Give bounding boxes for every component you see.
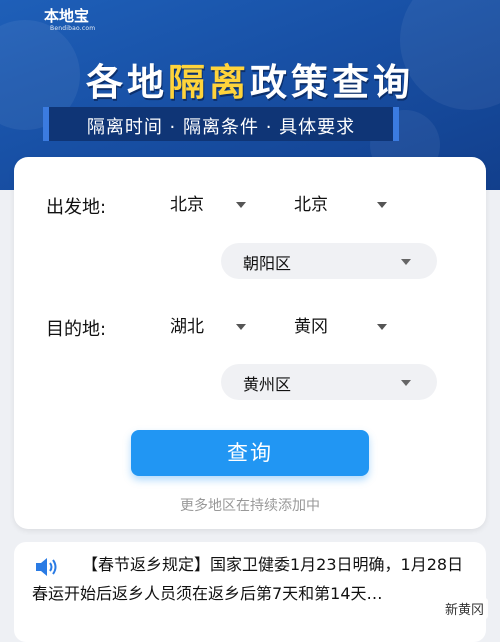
origin-province-value: 北京 xyxy=(170,195,204,215)
title-highlight: 隔离 xyxy=(168,61,250,104)
logo-subtext: Bendibao.com xyxy=(50,25,96,32)
origin-district-select[interactable]: 朝阳区 xyxy=(221,243,437,279)
dest-district-select[interactable]: 黄州区 xyxy=(221,364,437,400)
dest-district-value: 黄州区 xyxy=(243,375,292,394)
destination-label: 目的地: xyxy=(46,319,107,340)
chevron-down-icon xyxy=(401,380,411,386)
dest-province-select[interactable]: 湖北 xyxy=(170,312,250,342)
dest-city-select[interactable]: 黄冈 xyxy=(294,312,394,342)
origin-province-select[interactable]: 北京 xyxy=(170,190,250,220)
origin-city-select[interactable]: 北京 xyxy=(294,190,394,220)
origin-label: 出发地: xyxy=(46,197,107,218)
notice-text: 【春节返乡规定】国家卫健委1月23日明确，1月28日春运开始后返乡人员须在返乡后… xyxy=(32,555,464,603)
more-regions-hint: 更多地区在持续添加中 xyxy=(180,498,320,514)
subtitle: 隔离时间 · 隔离条件 · 具体要求 xyxy=(86,117,356,138)
origin-district-value: 朝阳区 xyxy=(243,254,292,273)
dest-province-value: 湖北 xyxy=(170,317,204,337)
query-card: 出发地: 北京 北京 朝阳区 目的地: 湖北 黄冈 黄州区 查询 更多地区在持续… xyxy=(14,157,486,529)
origin-city-value: 北京 xyxy=(294,195,328,215)
notice-card[interactable]: 【春节返乡规定】国家卫健委1月23日明确，1月28日春运开始后返乡人员须在返乡后… xyxy=(14,542,486,642)
bendibao-logo[interactable]: 本地宝 Bendibao.com xyxy=(44,8,114,42)
query-button[interactable]: 查询 xyxy=(131,430,369,476)
chevron-down-icon xyxy=(401,259,411,265)
subtitle-bar: 隔离时间 · 隔离条件 · 具体要求 xyxy=(43,107,399,141)
title-part1: 各地 xyxy=(86,61,168,104)
page-title: 各地隔离政策查询 xyxy=(0,52,500,106)
chevron-down-icon xyxy=(236,202,246,208)
chevron-down-icon xyxy=(236,324,246,330)
chevron-down-icon xyxy=(377,324,387,330)
chevron-down-icon xyxy=(377,202,387,208)
logo-text: 本地宝 xyxy=(44,7,90,25)
title-part2: 政策查询 xyxy=(250,61,414,104)
dest-city-value: 黄冈 xyxy=(294,317,328,337)
watermark: 新黄冈 xyxy=(440,598,488,619)
